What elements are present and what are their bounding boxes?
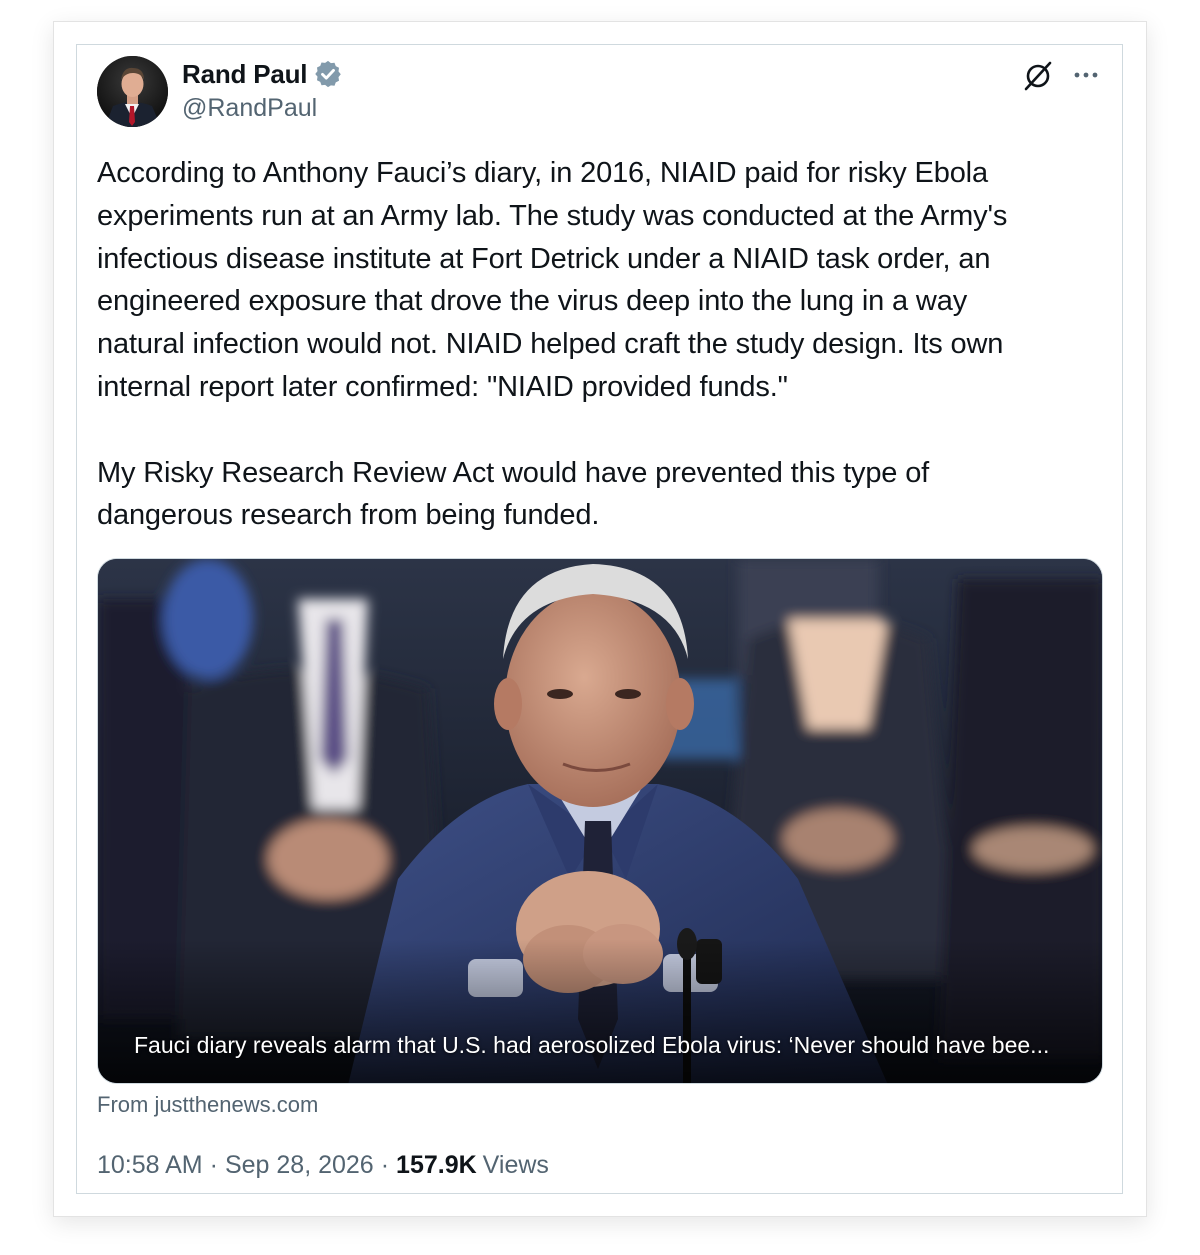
- author-handle[interactable]: @RandPaul: [182, 94, 317, 123]
- views-count: 157.9K: [396, 1151, 477, 1179]
- tweet-paragraph-1: According to Anthony Fauci’s diary, in 2…: [97, 157, 1008, 403]
- article-photo: [98, 559, 1102, 1083]
- tweet-date[interactable]: Sep 28, 2026: [225, 1151, 374, 1180]
- grok-icon[interactable]: [1021, 59, 1055, 93]
- views-label: Views: [482, 1151, 549, 1179]
- author-display-name[interactable]: Rand Paul: [182, 59, 308, 90]
- link-preview-card[interactable]: Fauci diary reveals alarm that U.S. had …: [97, 558, 1103, 1084]
- verified-badge-icon: [313, 59, 343, 89]
- link-source[interactable]: From justthenews.com: [97, 1092, 318, 1118]
- tweet-paragraph-2: My Risky Research Review Act would have …: [97, 456, 930, 532]
- meta-separator: ·: [209, 1151, 218, 1179]
- tweet-time[interactable]: 10:58 AM: [97, 1151, 203, 1180]
- avatar[interactable]: [97, 56, 168, 127]
- author-name-row: Rand Paul: [182, 57, 343, 91]
- tweet-card[interactable]: Rand Paul @RandPaul According to Anthony…: [76, 44, 1123, 1194]
- meta-separator: ·: [380, 1151, 390, 1179]
- link-headline[interactable]: Fauci diary reveals alarm that U.S. had …: [134, 1032, 1049, 1059]
- tweet-meta: 10:58 AM · Sep 28, 2026 · 157.9K Views: [97, 1151, 549, 1180]
- tweet-text: According to Anthony Fauci’s diary, in 2…: [97, 152, 1107, 537]
- more-icon[interactable]: [1071, 65, 1101, 85]
